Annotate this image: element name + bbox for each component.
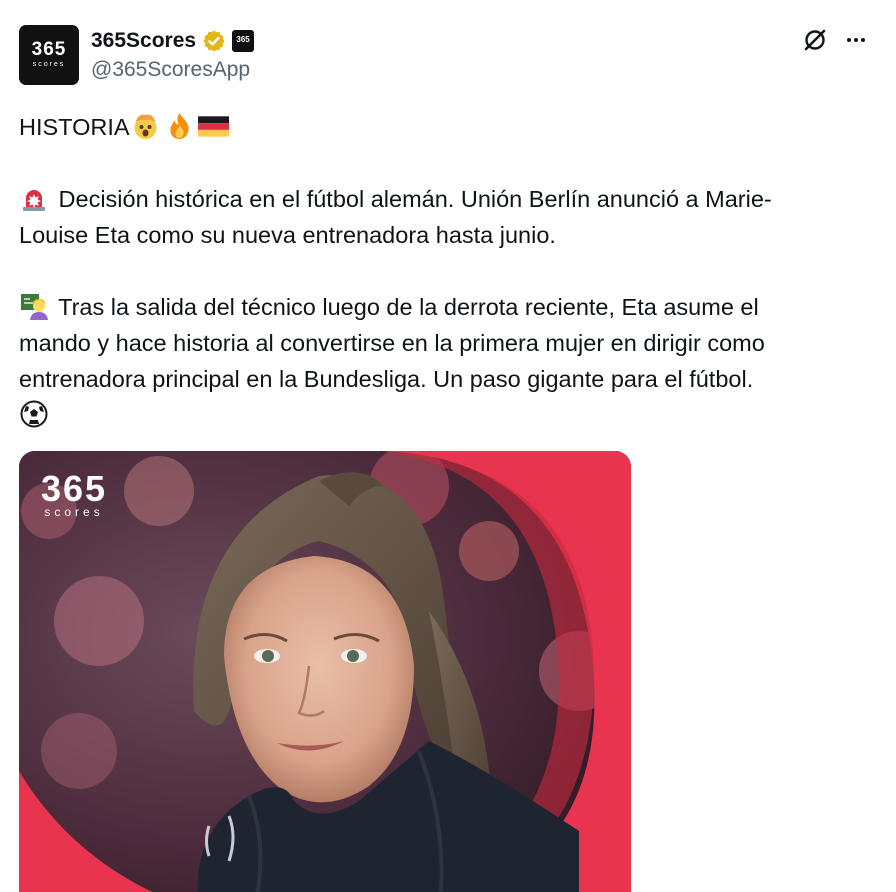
siren-emoji-icon <box>23 190 45 211</box>
tweet-para-2-line-4 <box>19 397 879 433</box>
avatar[interactable]: 365 scores <box>19 25 79 85</box>
more-dot <box>854 38 858 42</box>
tweet-para-2-line-1: Tras la salida del técnico luego de la d… <box>19 289 879 325</box>
tweet-text: HISTORIA Decisión histórica en el fútbol… <box>19 109 879 433</box>
headline-text: HISTORIA <box>19 114 130 140</box>
media-logo-number: 365 <box>41 468 108 509</box>
para-1-line-1-text: Decisión histórica en el fútbol alemán. … <box>52 186 772 212</box>
affiliate-badge-icon[interactable]: 365 <box>232 30 255 52</box>
avatar-logo-sub: scores <box>32 61 66 68</box>
more-dot <box>847 38 851 42</box>
tweet-line-1: HISTORIA <box>19 109 879 145</box>
woman-teacher-emoji-icon <box>21 294 48 320</box>
name-row: 365Scores 365 <box>91 28 255 54</box>
more-icon[interactable] <box>842 28 870 52</box>
display-name[interactable]: 365Scores <box>91 29 196 53</box>
fire-emoji-icon <box>170 113 189 139</box>
media-photo <box>19 451 631 892</box>
handle[interactable]: @365ScoresApp <box>91 58 250 82</box>
verified-badge-icon[interactable] <box>202 29 226 53</box>
tweet-media-image[interactable]: 365 scores <box>19 451 631 892</box>
tweet-para-1-line-2: Louise Eta como su nueva entrenadora has… <box>19 222 556 248</box>
soccer-ball-emoji-icon <box>20 400 48 428</box>
tweet-para-2-line-3: entrenadora principal en la Bundesliga. … <box>19 366 754 392</box>
para-2-line-1-text: Tras la salida del técnico luego de la d… <box>52 294 759 320</box>
exploding-head-emoji-icon <box>134 114 157 139</box>
affiliate-badge-text: 365 <box>236 35 250 44</box>
tweet-para-1-line-1: Decisión histórica en el fútbol alemán. … <box>19 181 879 217</box>
media-logo-sub: scores <box>44 505 104 519</box>
germany-flag-emoji-icon <box>197 116 229 137</box>
more-dot <box>861 38 865 42</box>
avatar-logo-number: 365 <box>31 39 67 60</box>
grok-icon[interactable] <box>801 26 829 54</box>
tweet-para-2-line-2: mando y hace historia al convertirse en … <box>19 330 765 356</box>
tweet-header: 365 scores 365Scores 365 @365ScoresApp <box>19 24 879 86</box>
media-watermark-logo: 365 scores <box>41 468 108 520</box>
